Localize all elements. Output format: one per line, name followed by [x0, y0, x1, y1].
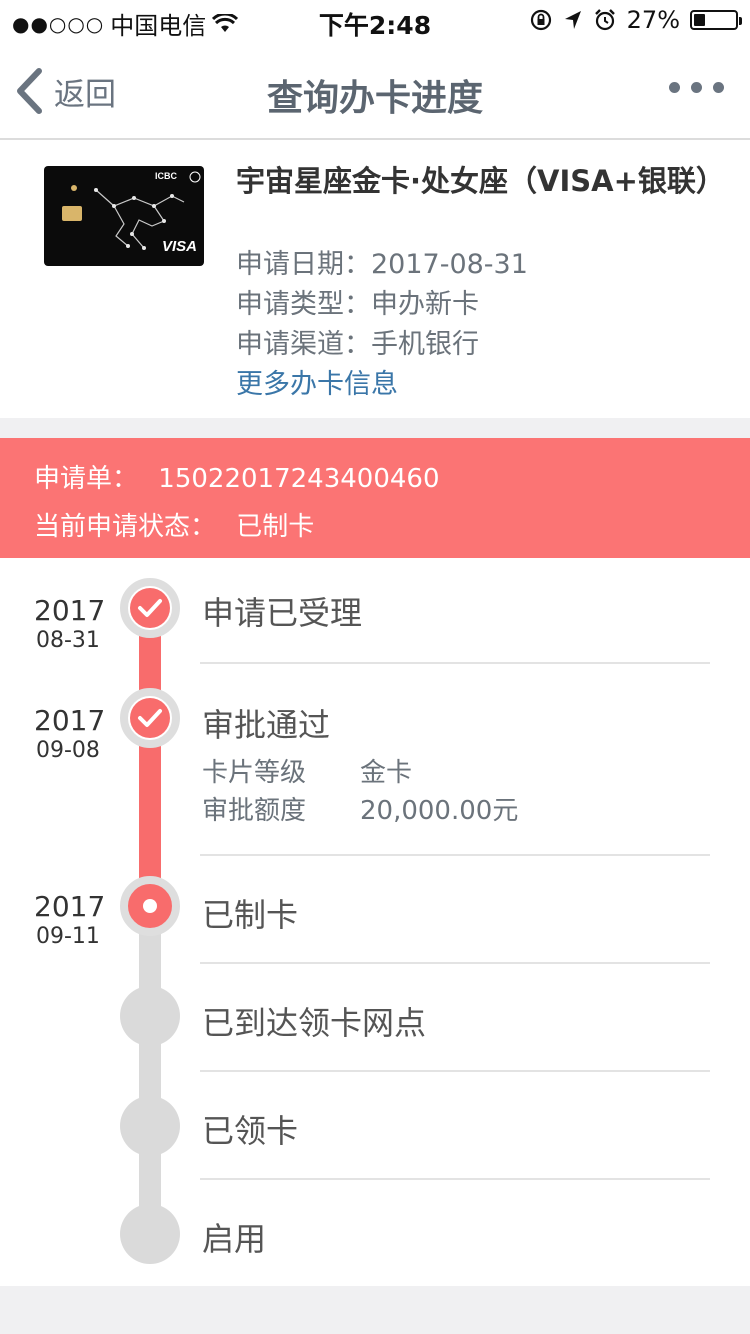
progress-timeline: 2017 08-31 申请已受理 2017 09-08 审批通过 卡片等级 金卡… — [0, 558, 750, 1286]
more-menu-button[interactable] — [669, 82, 724, 93]
step-node-pending — [120, 1204, 180, 1264]
battery-level — [694, 14, 705, 26]
step-node-done — [120, 578, 180, 638]
card-info-section: ICBC VISA 宇宙星座金卡·处女座（VISA+银联） 申请日期：2017-… — [0, 140, 750, 418]
step-divider — [200, 962, 710, 964]
more-dot-icon — [713, 82, 724, 93]
apply-channel-value: 手机银行 — [371, 329, 479, 360]
credit-limit-value: 20,000.00元 — [360, 796, 519, 826]
apply-type-label: 申请类型： — [236, 289, 371, 320]
application-number-row: 申请单： 15022017243400460 — [34, 458, 440, 495]
check-icon — [138, 709, 162, 727]
application-status-banner: 申请单： 15022017243400460 当前申请状态： 已制卡 — [0, 438, 750, 558]
application-status-label: 当前申请状态： — [34, 512, 217, 542]
apply-date-row: 申请日期：2017-08-31 — [236, 242, 528, 281]
card-network-logo: VISA — [162, 238, 198, 255]
alarm-icon — [594, 9, 615, 31]
apply-type-value: 申办新卡 — [371, 289, 479, 320]
check-icon — [138, 599, 162, 617]
apply-date-label: 申请日期： — [236, 249, 371, 280]
battery-icon — [690, 10, 742, 30]
step-date-day: 09-11 — [36, 924, 100, 949]
location-arrow-icon — [564, 11, 581, 29]
step-label: 已制卡 — [202, 896, 299, 934]
application-status: 已制卡 — [236, 512, 315, 542]
application-number: 15022017243400460 — [158, 464, 440, 494]
nav-bar: 返回 查询办卡进度 — [0, 40, 750, 140]
step-date-day: 09-08 — [36, 738, 100, 763]
step-label: 启用 — [202, 1220, 267, 1258]
status-bar: ●●○○○ 中国电信 下午2:48 27% — [0, 0, 750, 40]
more-dot-icon — [691, 82, 702, 93]
step-label: 申请已受理 — [202, 594, 363, 632]
step-divider — [200, 854, 710, 856]
step-node-pending — [120, 1096, 180, 1156]
step-node-pending — [120, 986, 180, 1046]
step-label: 已到达领卡网点 — [202, 1004, 427, 1042]
page-title: 查询办卡进度 — [266, 78, 483, 119]
timeline-track-progress — [139, 606, 161, 908]
step-label: 已领卡 — [202, 1112, 299, 1150]
more-card-info-link[interactable]: 更多办卡信息 — [236, 362, 398, 401]
step-divider — [200, 1178, 710, 1180]
card-name: 宇宙星座金卡·处女座（VISA+银联） — [236, 164, 725, 198]
step-node-done — [120, 688, 180, 748]
card-level-value: 金卡 — [360, 758, 413, 788]
card-bank-logo: ICBC — [155, 171, 177, 181]
credit-limit-label: 审批额度 — [202, 796, 307, 826]
card-level-label: 卡片等级 — [202, 758, 307, 788]
application-number-label: 申请单： — [34, 464, 139, 494]
apply-channel-row: 申请渠道：手机银行 — [236, 322, 479, 361]
step-divider — [200, 662, 710, 664]
apply-date-value: 2017-08-31 — [371, 249, 528, 280]
step-date-year: 2017 — [34, 890, 106, 923]
rotation-lock-icon — [530, 9, 551, 31]
application-status-row: 当前申请状态： 已制卡 — [34, 506, 314, 543]
step-node-current — [120, 876, 180, 936]
step-date-day: 08-31 — [36, 628, 100, 653]
step-date-year: 2017 — [34, 704, 106, 737]
card-image: ICBC VISA — [44, 166, 204, 266]
step-divider — [200, 1070, 710, 1072]
apply-type-row: 申请类型：申办新卡 — [236, 282, 479, 321]
apply-channel-label: 申请渠道： — [236, 329, 371, 360]
step-label: 审批通过 — [202, 706, 331, 744]
more-dot-icon — [669, 82, 680, 93]
status-right: 27% — [529, 6, 742, 34]
step-date-year: 2017 — [34, 594, 106, 627]
battery-percent: 27% — [626, 6, 680, 34]
